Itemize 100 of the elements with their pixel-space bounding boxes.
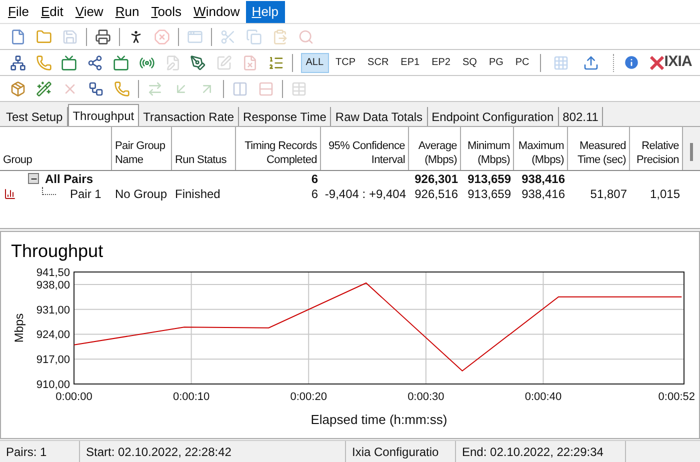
column-header[interactable]: Minimum (Mbps) <box>464 139 510 167</box>
filter-toggle[interactable]: TCP <box>330 52 361 72</box>
menu-item[interactable]: Edit <box>34 0 70 22</box>
x-tick-label: 0:00:52 <box>658 391 695 403</box>
menu-item[interactable]: Tools <box>145 0 188 22</box>
column-header[interactable]: Run Status <box>175 153 226 167</box>
filter-toggle[interactable]: EP1 <box>396 52 425 72</box>
pen-icon <box>190 54 206 70</box>
y-tick-label: 917,00 <box>36 354 70 366</box>
table-cell-text: 1,015 <box>650 186 680 202</box>
network-button[interactable] <box>8 52 28 72</box>
printer-icon <box>95 28 111 44</box>
monitor-button[interactable] <box>60 52 80 72</box>
tab[interactable]: Throughput <box>68 104 140 126</box>
filter-toggle[interactable]: EP2 <box>426 52 456 72</box>
status-text: Pairs: 1 <box>6 444 47 460</box>
phone-icon <box>36 54 52 70</box>
column-header[interactable]: Relative Precision <box>633 139 679 167</box>
wand-button[interactable] <box>34 78 54 98</box>
tree-line <box>42 186 56 194</box>
bar-chart-icon <box>4 188 16 200</box>
scrollbar[interactable] <box>683 127 700 170</box>
filter-toggle[interactable]: SCR <box>362 52 394 72</box>
file-icon <box>242 54 258 70</box>
table-cell-text: 6 <box>311 186 318 202</box>
status-text: Start: 02.10.2022, 22:28:42 <box>86 444 232 460</box>
column-header[interactable]: Group <box>3 153 32 167</box>
x-tick-label: 0:00:20 <box>290 391 327 403</box>
phone-button[interactable] <box>112 78 132 98</box>
y-tick-label: 941,50 <box>36 267 70 279</box>
brand-logo: IXIA <box>664 52 692 72</box>
edit-icon <box>216 54 232 70</box>
grid-icon <box>553 54 570 70</box>
phone-button[interactable] <box>34 52 54 72</box>
table-cell-text: 938,416 <box>522 186 565 202</box>
printer-button[interactable] <box>93 26 113 46</box>
table-cell-text: 926,301 <box>414 170 458 188</box>
column-header[interactable]: 95% Confidence Interval <box>324 139 405 167</box>
filter-toggle[interactable]: PG <box>484 52 508 72</box>
menu-item[interactable]: View <box>69 0 110 22</box>
tab[interactable]: Raw Data Totals <box>331 107 428 126</box>
x-tick-label: 0:00:30 <box>408 391 444 403</box>
copy-icon <box>246 28 262 44</box>
tab[interactable]: 802.11 <box>558 107 604 126</box>
arrows-icon <box>147 80 163 96</box>
info-icon <box>622 54 640 71</box>
x-axis-label: Elapsed time (h:mm:ss) <box>310 412 448 427</box>
table-cell-text: Finished <box>175 186 220 202</box>
rows-icon <box>258 80 274 96</box>
menu-item[interactable]: File <box>2 0 35 22</box>
tab[interactable]: Transaction Rate <box>139 107 240 126</box>
table-cell-text: 938,416 <box>522 170 565 188</box>
wand-icon <box>36 80 52 96</box>
tab[interactable]: Response Time <box>239 107 332 126</box>
stop-icon <box>154 28 170 44</box>
y-tick-label: 931,00 <box>36 304 70 316</box>
x-tick-label: 0:00:00 <box>56 391 92 403</box>
phone-icon <box>114 80 130 96</box>
status-text: Ixia Configuratio <box>352 444 439 460</box>
y-tick-label: 924,00 <box>36 329 70 342</box>
table-cell-text: 51,807 <box>590 186 627 202</box>
x-logo-icon <box>650 56 664 70</box>
tab[interactable]: Endpoint Configuration <box>428 107 559 126</box>
menu-item[interactable]: Help <box>246 0 285 22</box>
save-icon <box>62 28 78 44</box>
numbered-list-icon <box>268 54 284 70</box>
monitor-button[interactable] <box>111 52 131 72</box>
table-cell-text: 913,659 <box>468 170 511 188</box>
column-header[interactable]: Pair Group Name <box>115 139 168 167</box>
filter-toggle[interactable]: ALL <box>300 52 329 72</box>
y-tick-label: 938,00 <box>36 279 70 292</box>
filter-toggle[interactable]: PC <box>510 52 534 72</box>
upload-icon <box>583 54 600 70</box>
filter-toggle[interactable]: SQ <box>457 52 482 72</box>
monitor-icon <box>61 54 78 70</box>
network-icon <box>10 54 26 70</box>
monitor-icon <box>113 54 130 70</box>
speaker-icon <box>138 54 155 70</box>
menu-item[interactable]: Run <box>109 0 146 22</box>
window-icon <box>187 28 203 44</box>
table-cell-text: All Pairs <box>45 170 94 188</box>
x-tick-label: 0:00:10 <box>172 391 210 403</box>
edit-icon <box>164 54 181 70</box>
y-axis-label: Mbps <box>12 313 26 343</box>
info-button[interactable] <box>622 54 640 72</box>
column-header[interactable]: Timing Records Completed <box>239 139 317 167</box>
table-cell-text: No Group <box>115 186 168 202</box>
y-tick-label: 910,00 <box>36 379 70 391</box>
column-header[interactable]: Measured Time (sec) <box>571 139 626 167</box>
chart-title: Throughput <box>11 240 104 262</box>
network-icon <box>88 80 104 96</box>
table-cell-text: 6 <box>311 170 318 188</box>
column-header[interactable]: Average (Mbps) <box>412 139 457 167</box>
search-icon <box>298 28 314 44</box>
table-cell-text: 926,516 <box>414 186 458 202</box>
x-tick-label: 0:00:40 <box>524 391 562 403</box>
column-header[interactable]: Maximum (Mbps) <box>517 139 564 167</box>
table-cell-text: Pair 1 <box>70 186 102 202</box>
menu-item[interactable]: Window <box>188 0 246 22</box>
collapse-toggle[interactable] <box>28 173 39 184</box>
